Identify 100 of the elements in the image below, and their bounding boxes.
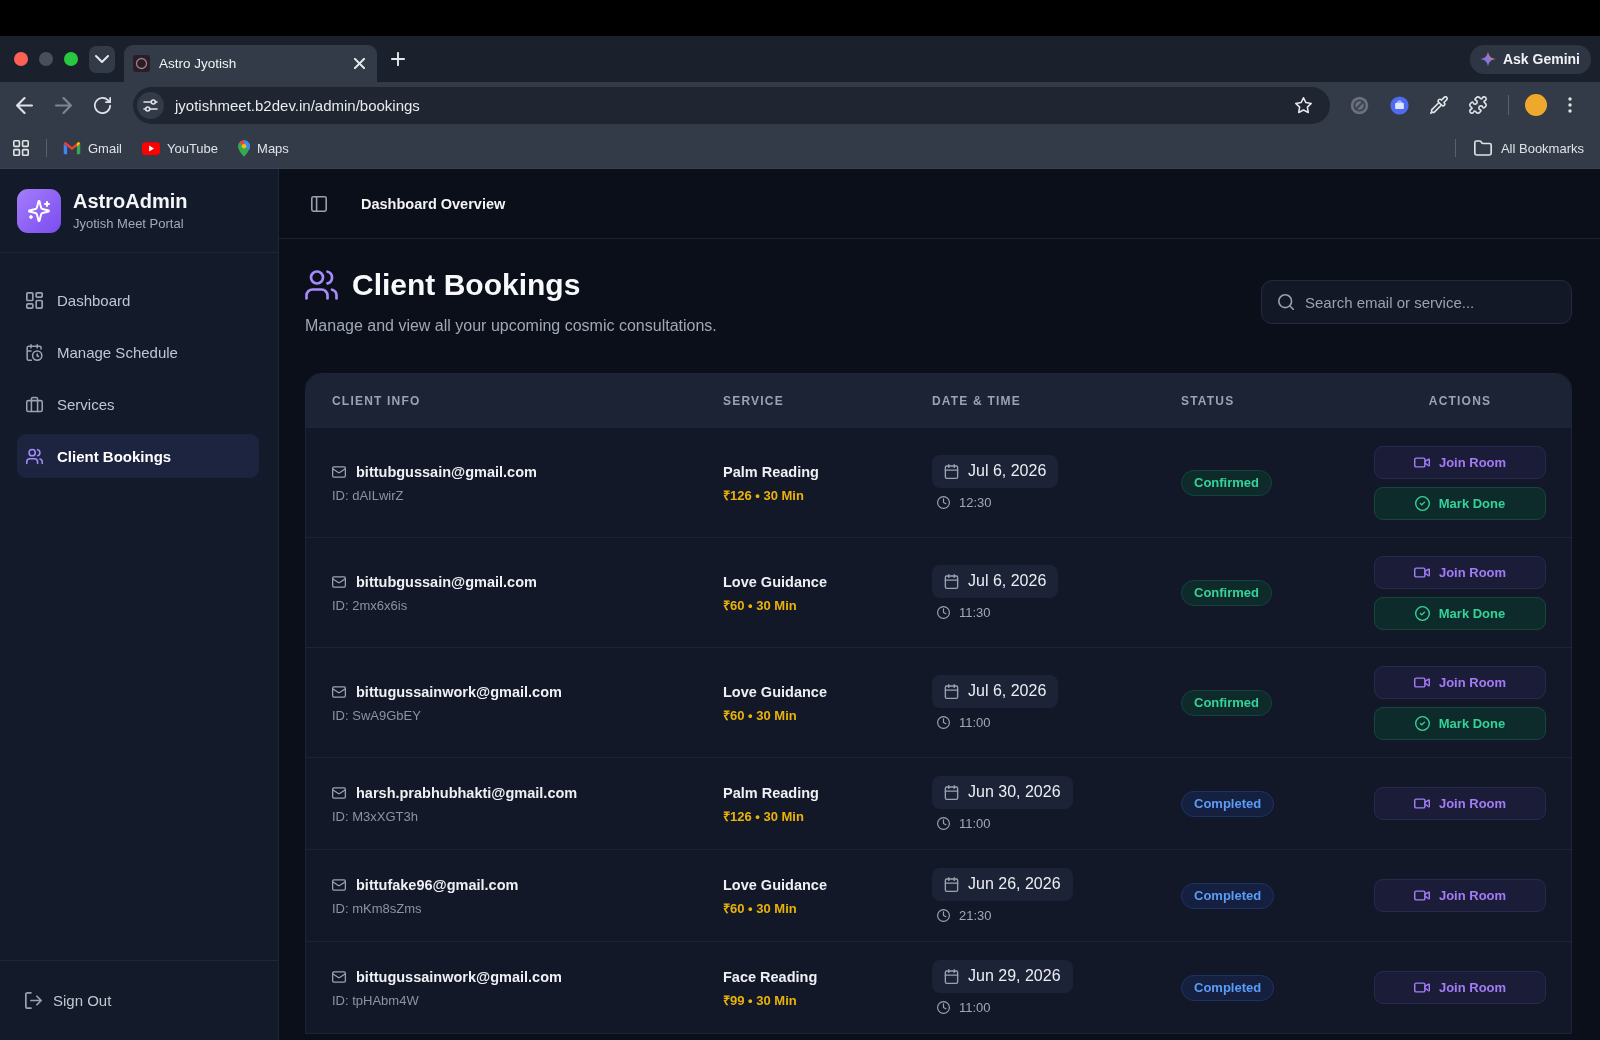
join-room-button[interactable]: Join Room [1374, 555, 1546, 589]
apps-grid-icon[interactable] [13, 140, 29, 156]
mail-icon [332, 785, 346, 800]
booking-time: 11:30 [959, 605, 991, 620]
video-camera-icon [1413, 889, 1430, 902]
booking-id: ID: dAILwirZ [332, 487, 404, 504]
booking-id: ID: tpHAbm4W [332, 992, 419, 1009]
clock-icon [937, 606, 950, 619]
close-window-icon[interactable] [14, 52, 28, 66]
bookmark-link[interactable]: Maps [238, 139, 289, 157]
briefcase-icon [26, 395, 43, 413]
service-name: Face Reading [723, 967, 818, 987]
users-icon [26, 447, 43, 465]
check-circle-icon [1414, 715, 1430, 731]
booking-id: ID: mKm8sZms [332, 900, 422, 917]
video-camera-icon [1413, 455, 1430, 469]
sidebar-item[interactable]: Dashboard [17, 278, 259, 322]
check-circle-icon [1414, 605, 1430, 621]
site-settings-icon[interactable] [137, 91, 164, 119]
calendar-icon [944, 876, 959, 892]
mark-done-button[interactable]: Mark Done [1374, 596, 1546, 630]
mail-icon [332, 574, 346, 589]
column-header: STATUS [1181, 393, 1236, 408]
sidebar-toggle-icon[interactable] [311, 195, 327, 212]
back-arrow-icon[interactable] [16, 96, 33, 114]
ask-gemini-button[interactable]: Ask Gemini [1469, 44, 1591, 74]
client-email: bittugussainwork@gmail.com [356, 682, 562, 702]
service-name: Love Guidance [723, 875, 827, 895]
clock-icon [937, 716, 950, 729]
join-room-button[interactable]: Join Room [1374, 879, 1546, 912]
folder-icon [1473, 140, 1492, 156]
service-name: Palm Reading [723, 783, 819, 803]
bookmark-link[interactable]: Gmail [63, 140, 122, 156]
status-badge: Confirmed [1181, 469, 1272, 496]
status-badge: Confirmed [1181, 579, 1272, 606]
clock-icon [937, 496, 950, 509]
sidebar-item[interactable]: Services [17, 382, 259, 426]
sidebar-item[interactable]: Manage Schedule [17, 330, 259, 374]
booking-id: ID: M3xXGT3h [332, 808, 418, 825]
new-tab-icon[interactable] [391, 52, 405, 66]
calendar-icon [944, 683, 959, 699]
sparkle-logo-icon [17, 188, 61, 233]
clock-icon [937, 909, 950, 922]
users-icon [305, 270, 338, 300]
video-camera-icon [1413, 981, 1430, 994]
calendar-clock-icon [26, 343, 43, 361]
client-email: bittugussainwork@gmail.com [356, 967, 562, 987]
search-field[interactable]: Search email or service... [1261, 280, 1572, 324]
bookmark-star-icon[interactable] [1295, 96, 1312, 114]
calendar-icon [944, 463, 959, 479]
status-badge: Completed [1181, 974, 1275, 1001]
service-price: ₹60 • 30 Min [723, 597, 797, 614]
sign-out-link[interactable]: Sign Out [25, 992, 112, 1009]
reload-icon[interactable] [94, 96, 111, 114]
booking-time: 12:30 [959, 495, 992, 510]
eyedropper-icon[interactable] [1430, 96, 1448, 114]
status-badge: Completed [1181, 882, 1275, 909]
url-text: jyotishmeet.b2dev.in/admin/bookings [175, 96, 420, 114]
sidebar-item[interactable]: Client Bookings [17, 434, 259, 478]
join-room-button[interactable]: Join Room [1374, 445, 1546, 479]
avatar-icon[interactable] [1525, 94, 1547, 116]
address-bar[interactable]: jyotishmeet.b2dev.in/admin/bookings [133, 86, 1330, 124]
clock-icon [937, 1001, 950, 1014]
forward-arrow-icon[interactable] [55, 96, 72, 114]
gmail-m-icon [63, 141, 81, 155]
video-camera-icon [1413, 675, 1430, 689]
bookmark-link[interactable]: YouTube [141, 140, 219, 156]
join-room-button[interactable]: Join Room [1374, 971, 1546, 1004]
booking-date: Jul 6, 2026 [968, 682, 1047, 700]
mail-icon [332, 877, 346, 892]
video-camera-icon [1413, 797, 1430, 810]
maximize-window-icon[interactable] [64, 52, 78, 66]
booking-id: ID: 2mx6x6is [332, 597, 408, 614]
column-header: DATE & TIME [932, 393, 1022, 408]
join-room-button[interactable]: Join Room [1374, 787, 1546, 820]
log-out-icon [25, 992, 42, 1009]
tab-list-button[interactable] [89, 45, 115, 73]
join-room-button[interactable]: Join Room [1374, 665, 1546, 699]
more-options-icon[interactable] [1568, 97, 1572, 113]
service-name: Palm Reading [723, 462, 819, 482]
booking-id: ID: SwA9GbEY [332, 707, 421, 724]
all-bookmarks-link[interactable]: All Bookmarks [1473, 140, 1584, 156]
service-price: ₹60 • 30 Min [723, 707, 797, 724]
puzzle-icon[interactable] [1469, 96, 1487, 114]
brand-tagline: Jyotish Meet Portal [73, 215, 185, 232]
chevron-down-icon [95, 52, 109, 66]
brand-name: AstroAdmin [73, 189, 188, 212]
status-badge: Completed [1181, 790, 1275, 817]
browser-tab[interactable]: Astro Jyotish [124, 45, 377, 82]
booking-date: Jun 30, 2026 [968, 783, 1061, 801]
briefcase-icon[interactable] [1390, 95, 1409, 115]
mark-done-button[interactable]: Mark Done [1374, 706, 1546, 740]
client-email: bittufake96@gmail.com [356, 875, 519, 895]
play-button-icon [141, 141, 160, 155]
mark-done-button[interactable]: Mark Done [1374, 486, 1546, 520]
close-icon[interactable] [354, 58, 365, 69]
column-header: ACTIONS [1427, 393, 1493, 408]
check-circle-icon [1414, 495, 1430, 511]
booking-time: 11:00 [959, 1000, 991, 1015]
service-price: ₹60 • 30 Min [723, 900, 797, 917]
